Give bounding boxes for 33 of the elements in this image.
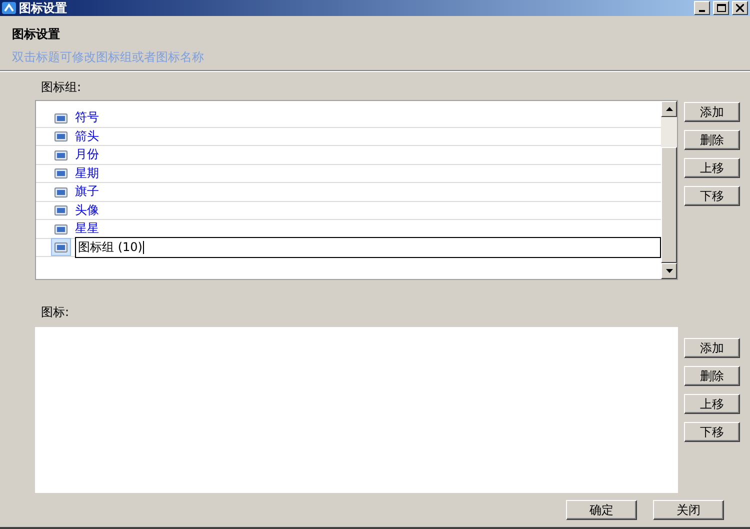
section-title: 图标设置 — [12, 26, 61, 43]
hint-text: 双击标题可修改图标组或者图标名称 — [12, 49, 205, 66]
group-item[interactable]: 符号 — [75, 109, 99, 126]
action-button[interactable]: 添加 — [684, 338, 740, 358]
group-label: 图标组: — [41, 79, 82, 96]
action-button[interactable]: 上移 — [684, 158, 740, 178]
dialog-button[interactable]: 关闭 — [653, 500, 724, 520]
close-icon — [736, 4, 744, 12]
minimize-button[interactable] — [694, 1, 710, 15]
action-button[interactable]: 上移 — [684, 394, 740, 414]
group-item[interactable]: 星星 — [75, 220, 99, 238]
action-button[interactable]: 删除 — [684, 130, 740, 150]
up-arrow-icon[interactable] — [666, 107, 672, 111]
group-item[interactable]: 旗子 — [75, 183, 99, 200]
window-icon — [52, 239, 70, 256]
group-item[interactable]: 头像 — [75, 202, 99, 219]
maximize-icon — [716, 4, 726, 12]
group-item[interactable]: 月份 — [75, 146, 99, 164]
maximize-button[interactable] — [713, 1, 729, 15]
close-button[interactable] — [732, 1, 748, 15]
action-button[interactable]: 添加 — [684, 102, 740, 122]
app-icon — [2, 2, 16, 14]
group-item[interactable]: 箭头 — [75, 128, 99, 145]
name-input-field[interactable]: 图标组 (10) — [75, 236, 661, 258]
window-title: 图标设置 — [19, 0, 68, 16]
action-button[interactable]: 下移 — [684, 422, 740, 442]
action-button[interactable]: 下移 — [684, 186, 740, 206]
action-button[interactable]: 删除 — [684, 366, 740, 386]
down-arrow-icon[interactable] — [666, 269, 672, 273]
scrollbar[interactable] — [661, 101, 677, 279]
group-item[interactable]: 星期 — [75, 164, 99, 182]
icon-label: 图标: — [41, 304, 70, 321]
dialog-button[interactable]: 确定 — [566, 500, 637, 520]
